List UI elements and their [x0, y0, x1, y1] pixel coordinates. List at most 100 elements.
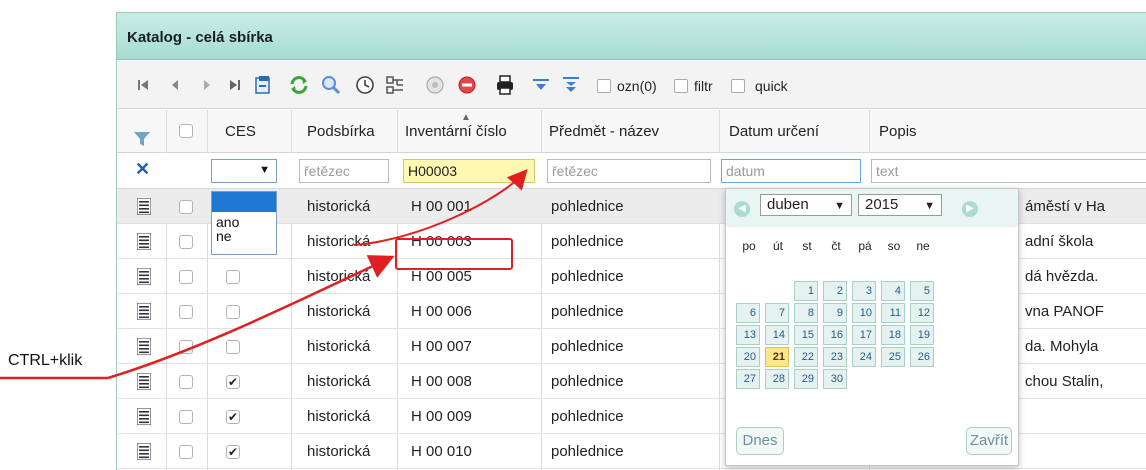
row-select-checkbox[interactable]	[179, 445, 193, 459]
year-select-value: 2015	[865, 196, 899, 213]
ces-checkbox[interactable]	[226, 340, 240, 354]
column-header-podsbirka[interactable]: Podsbírka	[307, 110, 375, 153]
last-record-icon[interactable]	[221, 71, 249, 99]
podsbirka-filter-input[interactable]	[299, 159, 389, 183]
row-select-checkbox[interactable]	[179, 270, 193, 284]
filter-down-all-icon[interactable]	[557, 71, 585, 99]
delete-record-icon[interactable]	[453, 71, 481, 99]
calendar-day[interactable]: 23	[823, 347, 847, 367]
ces-filter-select[interactable]: ▼	[211, 159, 277, 183]
clear-filter-icon[interactable]: ✕	[135, 159, 150, 180]
ces-checkbox[interactable]	[226, 305, 240, 319]
row-detail-icon[interactable]	[137, 233, 151, 250]
next-month-icon[interactable]: ▶	[962, 201, 978, 217]
today-button[interactable]: Dnes	[736, 427, 784, 455]
column-header-popis[interactable]: Popis	[879, 110, 917, 153]
ozn-checkbox[interactable]	[597, 79, 611, 93]
calendar-day[interactable]: 11	[881, 303, 905, 323]
row-detail-icon[interactable]	[137, 303, 151, 320]
calendar-day[interactable]: 14	[765, 325, 789, 345]
calendar-day[interactable]: 1	[794, 281, 818, 301]
select-all-checkbox[interactable]	[179, 124, 193, 138]
ces-checkbox[interactable]: ✔	[226, 410, 240, 424]
tree-view-icon[interactable]	[381, 71, 409, 99]
predmet-filter-input[interactable]	[547, 159, 711, 183]
calendar-day[interactable]: 9	[823, 303, 847, 323]
row-select-checkbox[interactable]	[179, 235, 193, 249]
next-record-icon[interactable]	[193, 71, 221, 99]
calendar-day[interactable]: 15	[794, 325, 818, 345]
calendar-day[interactable]: 20	[736, 347, 760, 367]
row-select-checkbox[interactable]	[179, 375, 193, 389]
row-select-checkbox[interactable]	[179, 305, 193, 319]
cell-predmet: pohlednice	[551, 408, 624, 425]
cell-popis: adní škola	[1025, 233, 1094, 250]
chevron-down-icon: ▼	[259, 164, 270, 176]
search-icon[interactable]	[317, 71, 345, 99]
quick-checkbox[interactable]	[731, 79, 745, 93]
dropdown-option-empty[interactable]	[212, 192, 276, 212]
row-detail-icon[interactable]	[137, 443, 151, 460]
calendar-day[interactable]: 18	[881, 325, 905, 345]
column-header-datum[interactable]: Datum určení	[729, 110, 819, 153]
calendar-day[interactable]: 28	[765, 369, 789, 389]
calendar-day[interactable]: 30	[823, 369, 847, 389]
calendar-day[interactable]: 19	[910, 325, 934, 345]
calendar-day[interactable]: 21	[765, 347, 789, 367]
calendar-day[interactable]: 25	[881, 347, 905, 367]
calendar-day[interactable]: 17	[852, 325, 876, 345]
filtr-checkbox[interactable]	[674, 79, 688, 93]
column-header-predmet[interactable]: Předmět - název	[549, 110, 659, 153]
calendar-day[interactable]: 27	[736, 369, 760, 389]
ces-checkbox[interactable]	[226, 270, 240, 284]
year-select[interactable]: 2015 ▼	[858, 194, 942, 216]
calendar-day[interactable]: 5	[910, 281, 934, 301]
row-detail-icon[interactable]	[137, 268, 151, 285]
calendar-day[interactable]: 13	[736, 325, 760, 345]
column-header-ces[interactable]: CES	[225, 110, 256, 153]
ces-checkbox[interactable]: ✔	[226, 445, 240, 459]
calendar-day[interactable]: 4	[881, 281, 905, 301]
row-select-checkbox[interactable]	[179, 410, 193, 424]
row-select-checkbox[interactable]	[179, 200, 193, 214]
calendar-day[interactable]: 29	[794, 369, 818, 389]
calendar-day[interactable]: 12	[910, 303, 934, 323]
weekday-label: ne	[916, 239, 930, 253]
dropdown-option-ne[interactable]: ne	[212, 226, 276, 246]
calendar-day[interactable]: 6	[736, 303, 760, 323]
export-icon[interactable]	[249, 71, 277, 99]
month-select[interactable]: duben ▼	[760, 194, 852, 216]
first-record-icon[interactable]	[129, 71, 157, 99]
row-detail-icon[interactable]	[137, 338, 151, 355]
calendar-day[interactable]: 3	[852, 281, 876, 301]
calendar-day[interactable]: 2	[823, 281, 847, 301]
calendar-day[interactable]: 7	[765, 303, 789, 323]
calendar-day[interactable]: 22	[794, 347, 818, 367]
clock-icon[interactable]	[351, 71, 379, 99]
cell-podsbirka: historická	[307, 198, 371, 215]
row-select-checkbox[interactable]	[179, 340, 193, 354]
previous-record-icon[interactable]	[161, 71, 189, 99]
calendar-day[interactable]: 24	[852, 347, 876, 367]
datum-filter-input[interactable]	[721, 159, 861, 183]
filtr-label: filtr	[694, 78, 713, 94]
add-record-icon[interactable]	[421, 71, 449, 99]
row-detail-icon[interactable]	[137, 408, 151, 425]
row-detail-icon[interactable]	[137, 198, 151, 215]
calendar-day[interactable]: 26	[910, 347, 934, 367]
calendar-day[interactable]: 10	[852, 303, 876, 323]
calendar-day[interactable]: 8	[794, 303, 818, 323]
popis-filter-input[interactable]	[871, 159, 1146, 183]
row-detail-icon[interactable]	[137, 373, 151, 390]
refresh-icon[interactable]	[285, 71, 313, 99]
prev-month-icon[interactable]: ◀	[734, 201, 750, 217]
funnel-filter-icon[interactable]	[133, 122, 151, 146]
print-icon[interactable]	[491, 71, 519, 99]
inventarni-cislo-filter-input[interactable]	[403, 159, 535, 183]
ces-checkbox[interactable]: ✔	[226, 375, 240, 389]
filter-down-icon[interactable]	[527, 71, 555, 99]
column-header-inventarni-cislo[interactable]: Inventární číslo	[405, 110, 507, 153]
close-button[interactable]: Zavřít	[966, 427, 1012, 455]
calendar-day[interactable]: 16	[823, 325, 847, 345]
cell-predmet: pohlednice	[551, 233, 624, 250]
